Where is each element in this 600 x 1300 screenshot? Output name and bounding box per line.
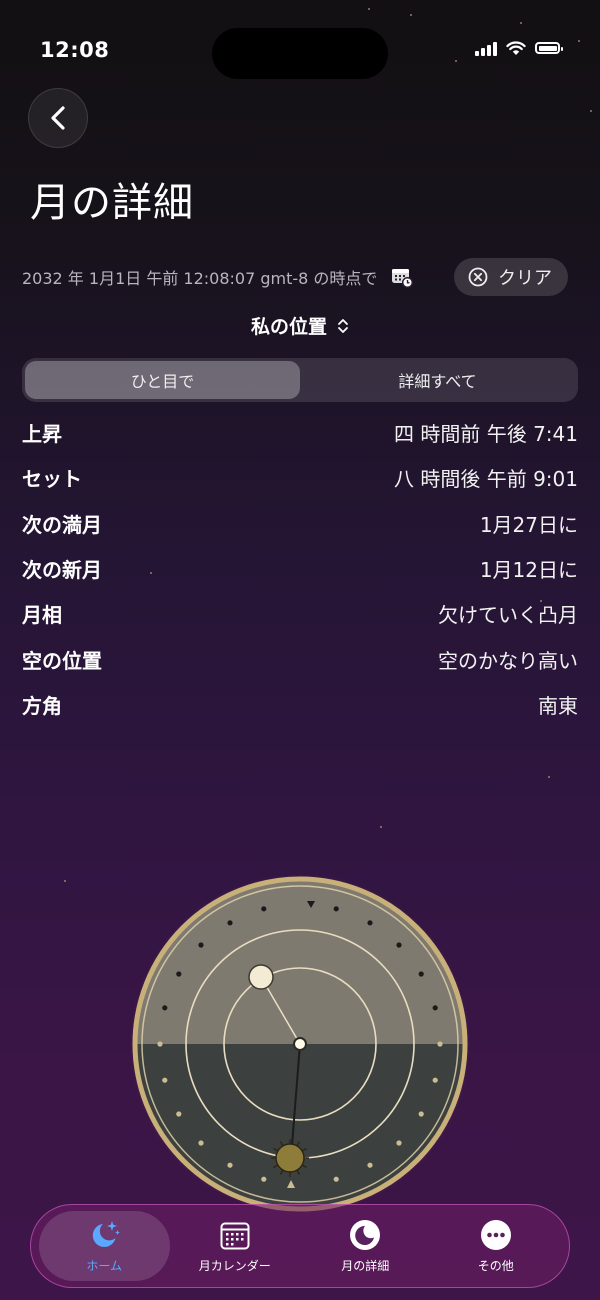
tab-more[interactable]: その他 [431,1211,562,1281]
hour-marker-dot [227,1162,233,1168]
detail-value: 四 時間前 午後 7:41 [394,422,578,447]
tab-label: 月の詳細 [341,1259,390,1273]
location-selector[interactable]: 私の位置 [0,312,600,339]
detail-label: 月相 [22,603,62,628]
detail-row-set: セット 八 時間後 午前 9:01 [22,455,578,500]
status-bar: 12:08 [0,0,600,100]
calendar-clock-icon[interactable] [391,266,414,288]
location-label: 私の位置 [250,316,327,338]
moon-icon [348,1218,382,1252]
moon-stars-icon [87,1218,121,1252]
hour-marker-dot [333,1176,339,1182]
detail-value: 八 時間後 午前 9:01 [394,467,578,492]
detail-row-direction: 方角 南東 [22,682,578,727]
chevron-up-down-icon [338,318,348,333]
detail-label: 次の満月 [22,512,102,537]
cellular-signal-icon [475,40,497,56]
moon-marker-icon [248,964,274,990]
hour-marker-dot [437,1041,443,1047]
hour-marker-dot [261,1176,267,1182]
tab-label: ホーム [86,1259,123,1273]
dynamic-island [212,28,388,79]
hour-marker-dot [432,1005,438,1011]
detail-value: 1月27日に [479,512,578,537]
back-button[interactable] [28,88,88,148]
hour-marker-dot [176,1111,182,1117]
moon-detail-list: 上昇 四 時間前 午後 7:41 セット 八 時間後 午前 9:01 次の満月 … [22,410,578,727]
detail-row-sky-position: 空の位置 空のかなり高い [22,636,578,681]
tab-moon-calendar[interactable]: 月カレンダー [170,1211,301,1281]
view-segmented-control: ひと目で 詳細すべて [22,358,578,402]
hour-marker-dot [261,906,267,912]
detail-value: 南東 [538,693,578,718]
detail-row-next-new-moon: 次の新月 1月12日に [22,546,578,591]
calendar-icon [218,1218,252,1252]
detail-value: 欠けていく凸月 [438,603,578,628]
hour-marker-dot [157,1041,163,1047]
hour-marker-dot [198,942,204,948]
detail-label: 次の新月 [22,558,102,583]
dial-sky-upper [136,880,464,1044]
status-icons [475,40,563,56]
wifi-icon [506,40,526,55]
hour-marker-dot [227,920,233,926]
detail-label: 空の位置 [22,648,102,673]
hour-marker-dot [396,1140,402,1146]
segment-all-details[interactable]: 詳細すべて [300,361,575,399]
page-title: 月の詳細 [30,180,194,226]
detail-label: 上昇 [22,422,62,447]
hour-marker-dot [432,1077,438,1083]
hour-marker-dot [333,906,339,912]
tab-label: 月カレンダー [198,1259,271,1273]
detail-value: 1月12日に [479,558,578,583]
hour-marker-dot [418,971,424,977]
tab-label: その他 [477,1259,514,1273]
hour-marker-dot [418,1111,424,1117]
hour-marker-dot [176,971,182,977]
timestamp-text: 2032 年 1月1日 午前 12:08:07 gmt-8 の時点で [22,269,378,288]
segment-at-a-glance[interactable]: ひと目で [25,361,300,399]
close-circle-icon [468,267,488,287]
detail-value: 空のかなり高い [438,648,578,673]
moon-position-dial [130,874,470,1214]
hour-marker-dot [367,920,373,926]
tab-bar: ホーム 月カレンダー 月の詳細 その他 [30,1204,570,1288]
detail-row-next-full-moon: 次の満月 1月27日に [22,501,578,546]
detail-label: セット [22,467,82,492]
detail-row-rise: 上昇 四 時間前 午後 7:41 [22,410,578,455]
dial-sky-lower [136,1044,464,1208]
more-icon [479,1218,513,1252]
timestamp-row: 2032 年 1月1日 午前 12:08:07 gmt-8 の時点で クリア [22,258,568,296]
detail-label: 方角 [22,693,62,718]
tab-moon-details[interactable]: 月の詳細 [300,1211,431,1281]
hour-marker-dot [198,1140,204,1146]
tab-home[interactable]: ホーム [39,1211,170,1281]
hour-marker-dot [367,1162,373,1168]
hour-marker-dot [162,1005,168,1011]
hour-marker-dot [396,942,402,948]
clear-label: クリア [498,268,552,289]
battery-icon [535,42,563,54]
chevron-left-icon [51,106,65,130]
status-time: 12:08 [40,38,110,62]
hour-marker-dot [162,1077,168,1083]
clear-button[interactable]: クリア [454,258,568,296]
dial-center [293,1037,307,1051]
detail-row-phase: 月相 欠けていく凸月 [22,591,578,636]
